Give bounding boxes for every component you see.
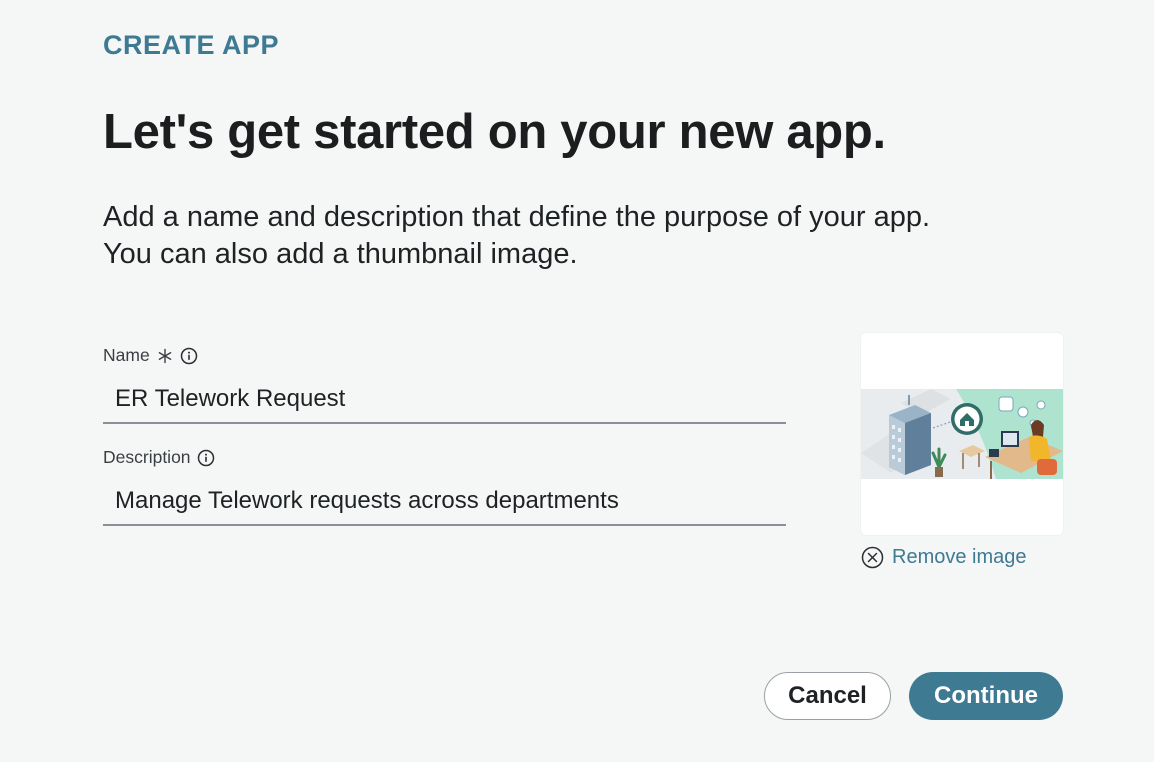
description-label-text: Description: [103, 447, 191, 467]
intro-line-2: You can also add a thumbnail image.: [103, 238, 578, 270]
description-field: [103, 478, 786, 526]
name-input[interactable]: [103, 376, 786, 422]
page-eyebrow: CREATE APP: [103, 30, 280, 60]
close-circle-icon: [861, 546, 884, 569]
remove-image-link[interactable]: Remove image: [861, 546, 1027, 569]
page-intro: Add a name and description that define t…: [103, 199, 1063, 273]
continue-button[interactable]: Continue: [909, 672, 1063, 720]
thumbnail-preview: [861, 333, 1063, 535]
info-icon[interactable]: [197, 449, 215, 467]
thumbnail-illustration: [861, 333, 1063, 535]
info-icon[interactable]: [180, 347, 198, 365]
remove-image-label: Remove image: [892, 546, 1027, 568]
name-field: [103, 376, 786, 424]
intro-line-1: Add a name and description that define t…: [103, 201, 931, 233]
name-field-label: Name: [103, 345, 198, 366]
description-input[interactable]: [103, 478, 786, 524]
asterisk-icon: [156, 347, 174, 365]
page-title: Let's get started on your new app.: [103, 105, 886, 159]
name-label-text: Name: [103, 345, 150, 365]
cancel-button[interactable]: Cancel: [764, 672, 891, 720]
description-field-label: Description: [103, 447, 215, 468]
